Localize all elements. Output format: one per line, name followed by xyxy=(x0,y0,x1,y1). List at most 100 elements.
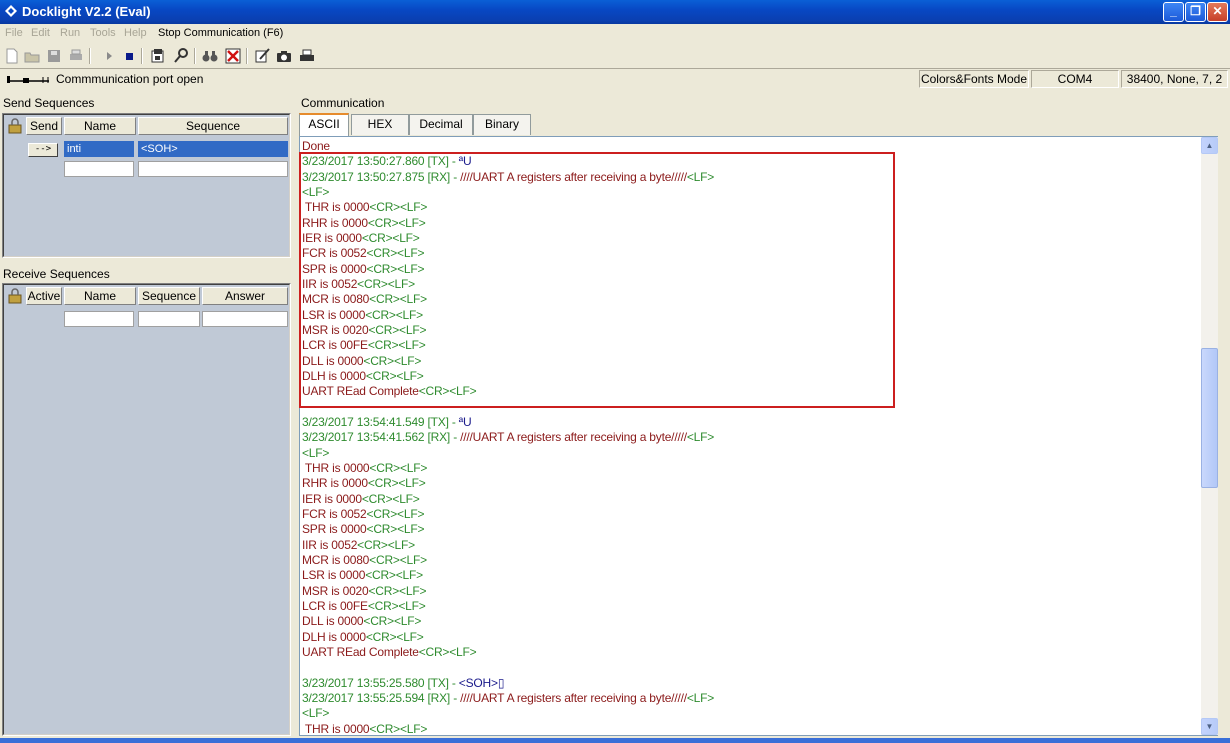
tab-binary[interactable]: Binary xyxy=(473,114,531,135)
log-segment: 3/23/2017 13:50:27.875 [RX] - xyxy=(302,169,461,184)
log-segment: ////UART A registers after receiving a b… xyxy=(460,169,687,184)
column-header-sequence[interactable]: Sequence xyxy=(138,117,288,135)
scroll-thumb[interactable] xyxy=(1201,348,1218,488)
connection-status-text: Commmunication port open xyxy=(56,72,204,86)
log-segment: ªU xyxy=(458,414,472,429)
log-segment: IER is 0000 xyxy=(302,491,362,506)
new-file-icon[interactable] xyxy=(3,47,21,65)
log-segment: <CR><LF> xyxy=(367,476,426,491)
log-segment: SPR is 0000 xyxy=(302,261,367,276)
log-segment: <CR><LF> xyxy=(365,307,423,322)
open-folder-icon[interactable] xyxy=(23,47,41,65)
tab-decimal[interactable]: Decimal xyxy=(409,114,473,135)
log-segment: <CR><LF> xyxy=(367,598,426,613)
column-header-send[interactable]: Send xyxy=(26,117,62,135)
done-line: Done xyxy=(302,139,330,153)
log-segment: <LF> xyxy=(302,184,330,199)
tx-log-line: 3/23/2017 13:55:25.580 [TX] - <SOH>▯ xyxy=(302,676,504,691)
log-segment: <CR><LF> xyxy=(418,644,477,659)
column-header-name[interactable]: Name xyxy=(64,287,136,305)
find-binoculars-icon[interactable] xyxy=(201,47,219,65)
register-log-line: RHR is 0000<CR><LF> xyxy=(302,476,426,491)
log-segment: IER is 0000 xyxy=(302,230,362,245)
keyword-search-icon[interactable] xyxy=(172,47,190,65)
tab-ascii[interactable]: ASCII xyxy=(299,113,349,137)
new-receive-sequence-cell[interactable] xyxy=(138,311,200,327)
log-segment: 3/23/2017 13:55:25.594 [RX] - xyxy=(302,690,461,705)
vertical-scrollbar[interactable]: ▲ ▼ xyxy=(1201,137,1218,735)
new-receive-answer-cell[interactable] xyxy=(202,311,288,327)
log-segment: IIR is 0052 xyxy=(302,537,358,552)
register-log-line: MSR is 0020<CR><LF> xyxy=(302,584,426,599)
send-sequence-button[interactable]: --> xyxy=(28,143,58,157)
log-segment: DLL is 0000 xyxy=(302,353,364,368)
log-segment: DLH is 0000 xyxy=(302,368,366,383)
rx-log-line: 3/23/2017 13:55:25.594 [RX] - ////UART A… xyxy=(302,691,714,706)
log-segment: <LF> xyxy=(302,706,330,721)
send-sequence-name-cell[interactable]: inti xyxy=(64,141,134,157)
save-icon[interactable] xyxy=(45,47,63,65)
menu-help[interactable]: Help xyxy=(124,27,147,39)
log-segment: <CR><LF> xyxy=(363,353,422,368)
scroll-down-button[interactable]: ▼ xyxy=(1201,718,1218,735)
register-log-line: MCR is 0080<CR><LF> xyxy=(302,292,427,307)
lock-icon[interactable] xyxy=(7,288,23,304)
log-segment: ªU xyxy=(458,154,472,169)
edit-options-icon[interactable] xyxy=(253,47,271,65)
log-segment: DLH is 0000 xyxy=(302,629,366,644)
communication-window[interactable]: Done 3/23/2017 13:50:27.860 [TX] - ªU 3/2… xyxy=(299,136,1218,736)
menu-file[interactable]: File xyxy=(5,27,23,39)
print-communication-icon[interactable] xyxy=(298,47,316,65)
log-segment: IIR is 0052 xyxy=(302,276,358,291)
print-icon[interactable] xyxy=(67,47,85,65)
register-log-line: DLL is 0000<CR><LF> xyxy=(302,614,421,629)
register-log-line: DLL is 0000<CR><LF> xyxy=(302,354,421,369)
maximize-button[interactable]: ❐ xyxy=(1185,2,1206,22)
menu-run[interactable]: Run xyxy=(60,27,80,39)
register-log-line: THR is 0000<CR><LF> xyxy=(302,461,427,476)
rx-log-line: <LF> xyxy=(302,706,329,721)
column-header-active[interactable]: Active xyxy=(26,287,62,305)
log-segment: LCR is 00FE xyxy=(302,338,368,353)
new-send-sequence-cell[interactable] xyxy=(138,161,288,177)
rx-log-line: <LF> xyxy=(302,446,329,461)
tab-hex[interactable]: HEX xyxy=(351,114,409,135)
register-log-line: THR is 0000<CR><LF> xyxy=(302,200,427,215)
column-header-sequence[interactable]: Sequence xyxy=(138,287,200,305)
status-bar: Commmunication port open Colors&Fonts Mo… xyxy=(0,68,1230,88)
project-settings-icon[interactable] xyxy=(149,47,167,65)
read-complete-line: UART REad Complete<CR><LF> xyxy=(302,384,477,399)
menu-tools[interactable]: Tools xyxy=(90,27,116,39)
column-header-name[interactable]: Name xyxy=(64,117,136,135)
run-icon[interactable] xyxy=(100,47,118,65)
send-sequence-data-cell[interactable]: <SOH> xyxy=(138,141,288,157)
toolbar-separator xyxy=(141,48,143,64)
log-segment: <CR><LF> xyxy=(357,276,415,291)
log-segment: SPR is 0000 xyxy=(302,522,367,537)
register-log-line: LSR is 0000<CR><LF> xyxy=(302,308,423,323)
close-button[interactable]: ✕ xyxy=(1207,2,1228,22)
stop-icon[interactable] xyxy=(120,47,138,65)
column-header-answer[interactable]: Answer xyxy=(202,287,288,305)
log-segment: <CR><LF> xyxy=(368,322,427,337)
register-log-line: LCR is 00FE<CR><LF> xyxy=(302,338,426,353)
register-log-line: FCR is 0052<CR><LF> xyxy=(302,246,424,261)
register-log-line: MSR is 0020<CR><LF> xyxy=(302,323,426,338)
log-segment: <CR><LF> xyxy=(367,338,426,353)
snapshot-camera-icon[interactable] xyxy=(275,47,293,65)
log-segment: DLL is 0000 xyxy=(302,614,364,629)
scroll-up-button[interactable]: ▲ xyxy=(1201,137,1218,154)
register-log-line: DLH is 0000<CR><LF> xyxy=(302,630,424,645)
clear-window-icon[interactable] xyxy=(224,47,242,65)
new-send-name-cell[interactable] xyxy=(64,161,134,177)
log-segment: 3/23/2017 13:55:25.580 [TX] - xyxy=(302,675,459,690)
minimize-button[interactable]: _ xyxy=(1163,2,1184,22)
rx-log-line: 3/23/2017 13:54:41.562 [RX] - ////UART A… xyxy=(302,430,714,445)
log-segment: 3/23/2017 13:54:41.562 [RX] - xyxy=(302,430,461,445)
colors-fonts-mode-indicator: Colors&Fonts Mode xyxy=(919,70,1029,88)
menu-stop-communication[interactable]: Stop Communication (F6) xyxy=(158,27,283,39)
menu-edit[interactable]: Edit xyxy=(31,27,50,39)
log-segment: <CR><LF> xyxy=(365,629,424,644)
lock-icon[interactable] xyxy=(7,118,23,134)
new-receive-name-cell[interactable] xyxy=(64,311,134,327)
